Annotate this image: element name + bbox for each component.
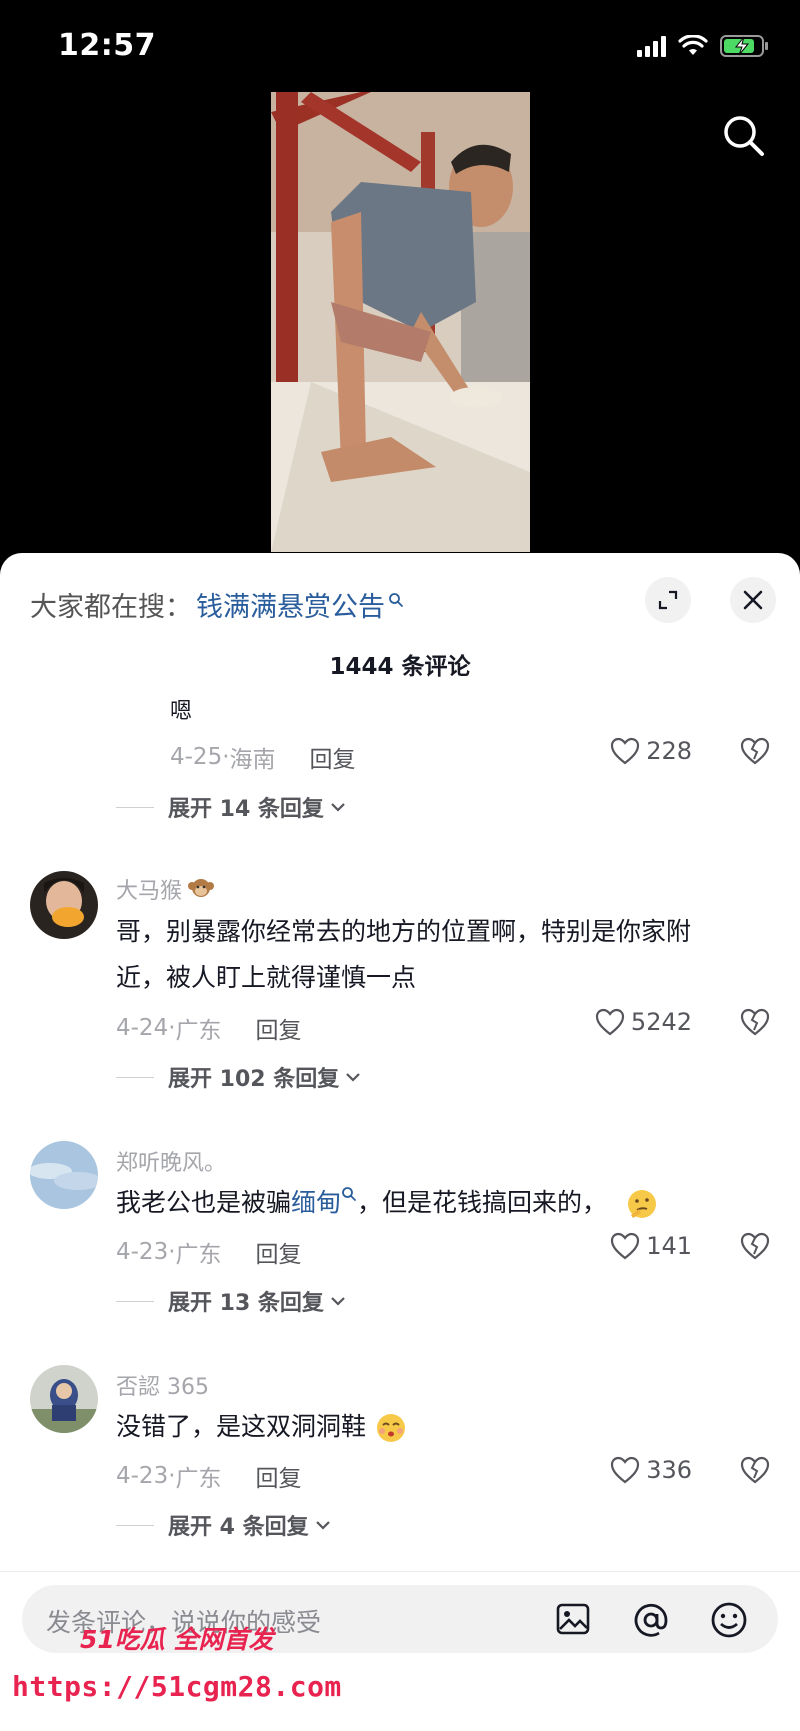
trending-search[interactable]: 大家都在搜： 钱满满悬赏公告	[30, 585, 404, 624]
avatar[interactable]	[30, 871, 98, 939]
like-count: 228	[646, 737, 692, 765]
expand-button[interactable]	[645, 577, 691, 623]
like-button[interactable]: 336	[610, 1456, 692, 1484]
like-count: 141	[646, 1232, 692, 1260]
video-player[interactable]	[0, 92, 800, 562]
comments-sheet: 大家都在搜： 钱满满悬赏公告 1444 条评论 嗯 4-25 · 海南 回复 22…	[0, 553, 800, 1731]
expand-replies[interactable]: 展开 102 条回复	[116, 1061, 361, 1093]
heart-icon	[611, 737, 640, 765]
expand-label: 展开 13 条回复	[168, 1291, 324, 1316]
comment-text: 我老公也是被骗缅甸 ，但是花钱搞回来的，	[116, 1180, 659, 1226]
dizzy-face-emoji-icon	[376, 1414, 405, 1442]
video-thumbnail	[271, 92, 530, 552]
comment-date: 4-23	[116, 1463, 169, 1489]
comment-meta: 4-23 · 广东 回复	[116, 1459, 302, 1493]
expand-replies[interactable]: 展开 13 条回复	[116, 1285, 346, 1317]
close-button[interactable]	[730, 577, 776, 623]
image-icon[interactable]	[555, 1601, 591, 1637]
search-hint-icon	[342, 1187, 356, 1201]
dislike-icon[interactable]	[740, 1008, 770, 1036]
reply-button[interactable]: 回复	[256, 1011, 302, 1045]
username-text: 大马猴	[116, 879, 183, 904]
status-time: 12:57	[58, 28, 156, 63]
comment-date: 4-23	[116, 1239, 169, 1265]
expand-label: 展开 14 条回复	[168, 797, 324, 822]
expand-replies[interactable]: 展开 4 条回复	[116, 1509, 331, 1541]
comment-search-link[interactable]: 缅甸	[291, 1188, 341, 1217]
like-button[interactable]: 228	[610, 737, 692, 765]
expand-label: 展开 4 条回复	[168, 1515, 309, 1540]
like-button[interactable]: 141	[610, 1232, 692, 1260]
expand-replies[interactable]: 展开 14 条回复	[116, 791, 346, 823]
comment-region: 广东	[175, 1018, 222, 1044]
mention-icon[interactable]	[632, 1601, 670, 1639]
username-text: 否認 365	[116, 1375, 209, 1400]
comment-text-part: 我老公也是被骗	[116, 1188, 292, 1217]
dislike-icon[interactable]	[740, 1232, 770, 1260]
username-text: 郑听晚风。	[116, 1151, 227, 1176]
watermark-url: https://51cgm28.com	[12, 1670, 342, 1703]
trending-prefix: 大家都在搜：	[30, 592, 192, 623]
heart-icon	[595, 1008, 625, 1036]
avatar[interactable]	[30, 1141, 98, 1209]
chevron-down-icon	[346, 1073, 361, 1082]
heart-icon	[611, 1456, 640, 1484]
comment-region: 广东	[175, 1242, 222, 1268]
status-bar: 12:57	[0, 0, 800, 92]
chevron-down-icon	[331, 803, 345, 812]
trending-keyword[interactable]: 钱满满悬赏公告	[196, 585, 385, 624]
comment-text: 没错了，是这双洞洞鞋	[116, 1404, 408, 1450]
username[interactable]: 否認 365	[116, 1369, 209, 1401]
comment-text: 哥，别暴露你经常去的地方的位置啊，特别是你家附 近，被人盯上就得谨慎一点	[116, 909, 691, 1001]
avatar[interactable]	[30, 1365, 98, 1433]
comment-text-part: 没错了，是这双洞洞鞋	[116, 1412, 367, 1441]
emoji-icon[interactable]	[710, 1601, 748, 1639]
thinking-emoji-icon	[628, 1190, 656, 1218]
heart-icon	[611, 1232, 640, 1260]
comment-meta: 4-23 · 广东 回复	[116, 1235, 302, 1269]
comment-meta: 4-25 · 海南 回复	[170, 740, 356, 774]
expand-icon	[658, 590, 678, 610]
comment-text: 嗯	[170, 699, 193, 724]
comment-line: 哥，别暴露你经常去的地方的位置啊，特别是你家附	[116, 917, 692, 946]
dislike-icon[interactable]	[740, 1456, 770, 1484]
comment-region: 海南	[229, 747, 276, 773]
wifi-icon	[678, 35, 708, 55]
username[interactable]: 郑听晚风。	[116, 1145, 226, 1177]
like-button[interactable]: 5242	[595, 1008, 692, 1036]
dislike-icon[interactable]	[740, 737, 770, 765]
battery-charging-icon	[720, 35, 768, 57]
watermark-logo: 51吃瓜 全网首发	[80, 1625, 274, 1654]
comment-meta: 4-24 · 广东 回复	[116, 1011, 302, 1045]
reply-button[interactable]: 回复	[256, 1235, 302, 1269]
comment-line: 近，被人盯上就得谨慎一点	[116, 963, 417, 992]
comment-date: 4-24	[116, 1015, 169, 1041]
like-count: 336	[646, 1456, 692, 1484]
status-icons	[637, 34, 770, 58]
reply-button[interactable]: 回复	[256, 1459, 302, 1493]
reply-button[interactable]: 回复	[310, 740, 356, 774]
like-count: 5242	[630, 1008, 692, 1036]
comment-region: 广东	[175, 1466, 222, 1492]
monkey-emoji-icon	[188, 879, 215, 897]
divider	[0, 1571, 800, 1572]
comment-text-part: ，但是花钱搞回来的，	[357, 1188, 608, 1217]
username[interactable]: 大马猴	[116, 873, 216, 905]
search-icon[interactable]	[722, 114, 766, 158]
comment-date: 4-25	[170, 744, 223, 770]
chevron-down-icon	[331, 1297, 345, 1306]
expand-label: 展开 102 条回复	[168, 1067, 340, 1092]
close-icon	[743, 590, 763, 610]
search-hint-icon	[389, 592, 403, 607]
chevron-down-icon	[315, 1521, 330, 1530]
comment-count: 1444 条评论	[329, 654, 471, 680]
signal-icon	[637, 35, 666, 57]
